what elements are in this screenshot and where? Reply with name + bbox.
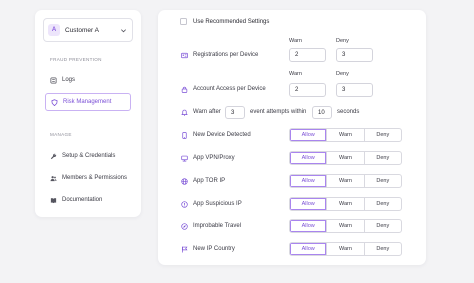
sidebar-item-setup-credentials[interactable]: Setup & Credentials [45,147,131,165]
registrations-deny-input[interactable]: 3 [336,48,373,62]
sidebar-item-risk-management[interactable]: Risk Management [45,93,131,111]
wrench-icon [50,153,57,159]
column-header-warn: Warn [289,71,302,77]
bell-icon [181,109,188,116]
section-label-manage: MANAGE [50,132,72,137]
sidebar: A Customer A FRAUD PREVENTION Logs Risk … [35,10,141,217]
sidebar-item-label: Members & Permissions [62,175,128,181]
registrations-warn-input[interactable]: 2 [289,48,326,62]
risk-settings-panel: Use Recommended Settings Warn Deny Regis… [158,10,426,265]
network-icon [181,155,188,162]
sidebar-item-documentation[interactable]: Documentation [45,191,131,209]
deny-option[interactable]: Deny [365,152,401,164]
warn-option[interactable]: Warn [327,243,365,255]
sidebar-item-label: Documentation [62,197,103,203]
rule-action-improbable-travel: Allow Warn Deny [289,219,402,233]
allow-option[interactable]: Allow [290,243,328,255]
lock-icon [181,86,188,93]
shield-icon [51,98,58,106]
account-selector[interactable]: A Customer A [43,18,133,42]
book-icon [50,197,57,203]
deny-option[interactable]: Deny [365,243,401,255]
rule-label-new-ip-country: New IP Country [193,246,235,252]
section-label-fraud-prevention: FRAUD PREVENTION [50,57,102,62]
globe-icon [181,178,188,185]
account-access-warn-input[interactable]: 2 [289,83,326,97]
allow-option[interactable]: Allow [290,198,328,210]
warn-after-label: Warn after [193,109,221,115]
allow-option[interactable]: Allow [290,129,328,141]
column-header-deny: Deny [336,38,349,44]
account-name: Customer A [65,26,99,34]
users-icon [50,175,57,181]
rule-action-suspicious-ip: Allow Warn Deny [289,197,402,211]
list-icon [50,76,57,84]
deny-option[interactable]: Deny [365,198,401,210]
compass-icon [181,223,188,230]
warn-option[interactable]: Warn [327,198,365,210]
warn-option[interactable]: Warn [327,175,365,187]
rule-label-tor-ip: App TOR IP [193,178,226,184]
warn-option[interactable]: Warn [327,220,365,232]
account-access-deny-input[interactable]: 3 [336,83,373,97]
rule-action-tor-ip: Allow Warn Deny [289,174,402,188]
sidebar-item-label: Logs [62,77,76,83]
sidebar-item-logs[interactable]: Logs [45,71,131,89]
seconds-label: seconds [337,109,360,115]
sidebar-item-members-permissions[interactable]: Members & Permissions [45,169,131,187]
column-header-warn: Warn [289,38,302,44]
sidebar-item-label: Setup & Credentials [62,153,116,159]
rule-label-improbable-travel: Improbable Travel [193,223,242,229]
rule-label-suspicious-ip: App Suspicious IP [193,201,242,207]
rule-action-vpn-proxy: Allow Warn Deny [289,151,402,165]
use-recommended-row[interactable]: Use Recommended Settings [180,18,269,25]
warn-option[interactable]: Warn [327,129,365,141]
registrations-per-device-label: Registrations per Device [193,52,259,58]
rule-label-new-device: New Device Detected [193,132,251,138]
allow-option[interactable]: Allow [290,220,328,232]
id-card-icon [181,52,188,59]
use-recommended-checkbox[interactable] [180,18,187,25]
deny-option[interactable]: Deny [365,220,401,232]
phone-icon [182,132,187,139]
warn-seconds-input[interactable]: 10 [312,106,332,119]
event-attempts-within-label: event attempts within [250,109,307,115]
rule-label-vpn-proxy: App VPN/Proxy [193,155,235,161]
allow-option[interactable]: Allow [290,152,328,164]
chevron-down-icon [121,29,126,33]
deny-option[interactable]: Deny [365,175,401,187]
sidebar-item-label: Risk Management [63,99,112,105]
account-avatar: A [48,24,60,36]
use-recommended-label: Use Recommended Settings [193,18,270,25]
allow-option[interactable]: Allow [290,175,328,187]
column-header-deny: Deny [336,71,349,77]
rule-action-new-ip-country: Allow Warn Deny [289,242,402,256]
account-access-per-device-label: Account Access per Device [193,86,266,92]
warn-attempts-input[interactable]: 3 [225,106,245,119]
warn-option[interactable]: Warn [327,152,365,164]
rule-action-new-device: Allow Warn Deny [289,128,402,142]
alert-globe-icon [181,201,188,208]
flag-icon [182,246,188,253]
deny-option[interactable]: Deny [365,129,401,141]
